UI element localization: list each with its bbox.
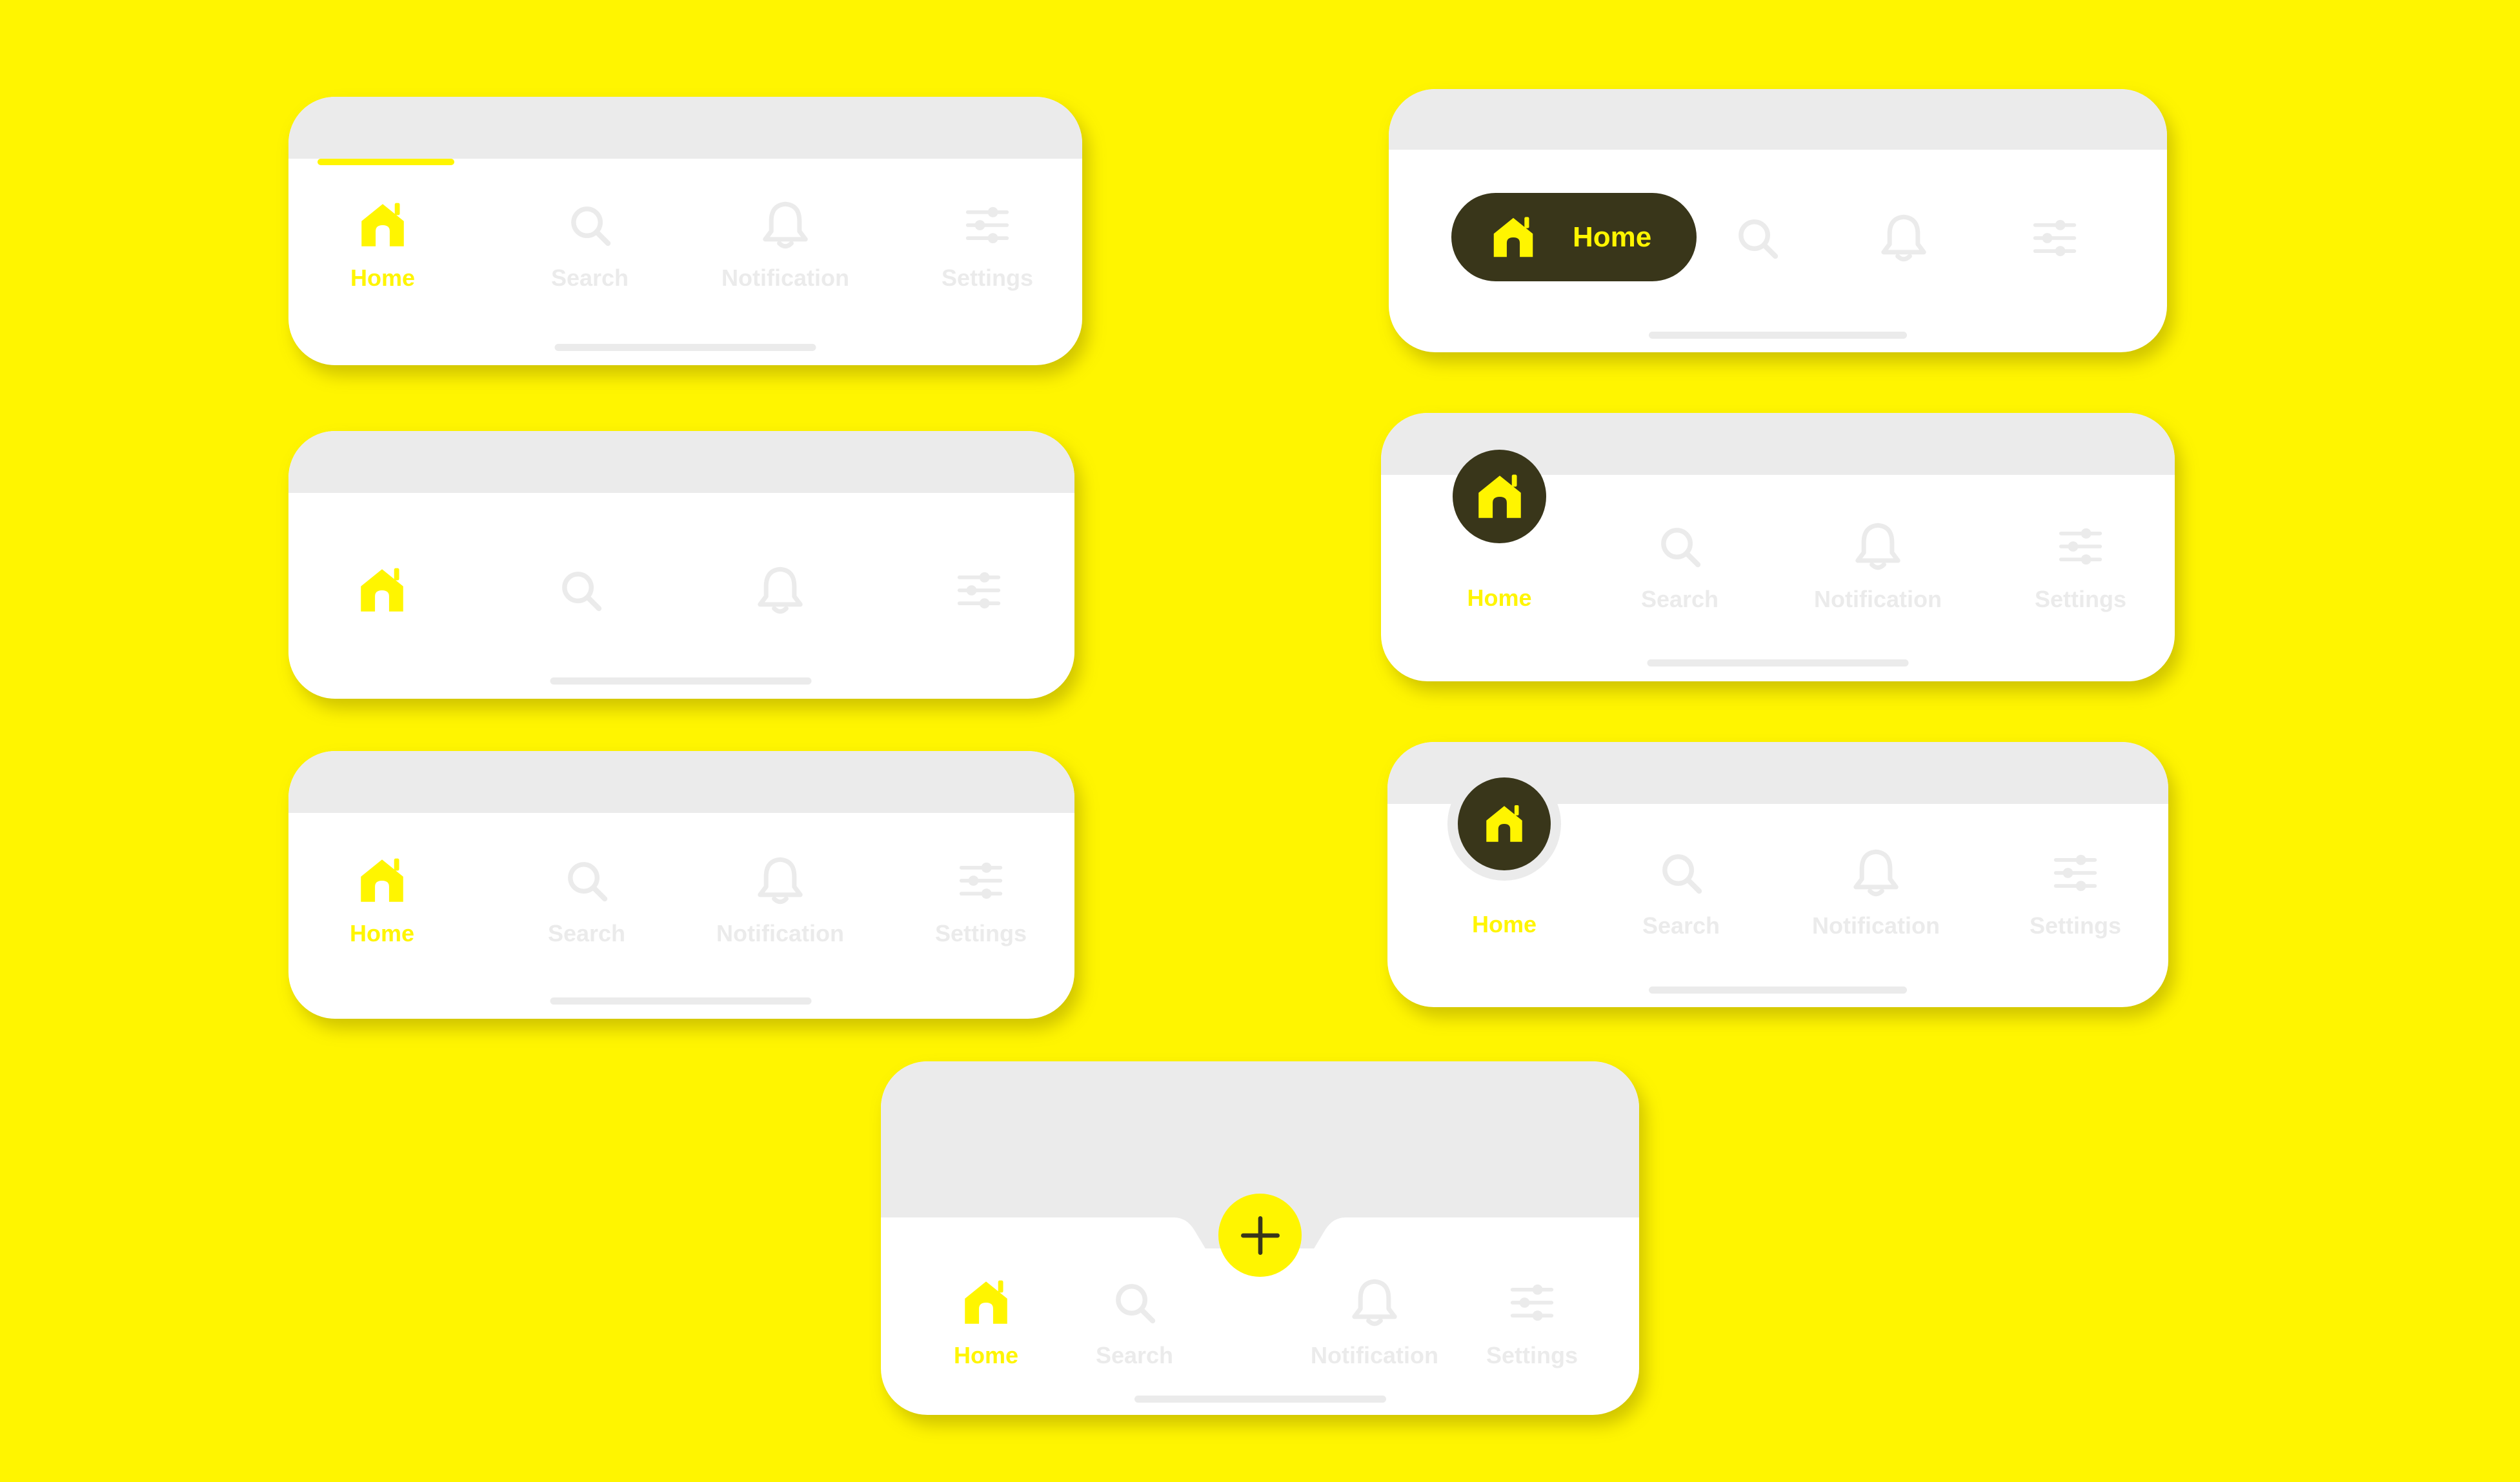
search-icon — [1111, 1277, 1158, 1328]
bell-icon — [1853, 521, 1903, 572]
tab-bar-pill: Home — [1389, 89, 2167, 352]
tab-label: Home — [1467, 585, 1532, 611]
tab-label: Search — [1640, 586, 1719, 612]
home-icon — [1483, 803, 1526, 845]
home-indicator — [1134, 1396, 1386, 1403]
tab-notification[interactable]: Notification — [701, 200, 869, 292]
content-area-placeholder — [288, 97, 1082, 159]
sliders-icon — [2057, 521, 2104, 572]
search-icon — [1657, 848, 1705, 898]
tab-settings[interactable]: Settings — [1991, 848, 2159, 939]
sliders-icon — [1509, 1277, 1555, 1328]
tab-label: Settings — [934, 920, 1027, 946]
tab-label: Notification — [721, 265, 849, 291]
content-area-placeholder — [1389, 89, 2167, 150]
home-indicator — [1649, 986, 1907, 994]
active-pill-home[interactable]: Home — [1451, 193, 1697, 281]
search-icon — [557, 565, 605, 616]
add-fab-button[interactable] — [1218, 1194, 1302, 1277]
tab-label: Settings — [2029, 912, 2121, 939]
tab-label: Search — [1642, 912, 1720, 939]
home-icon — [357, 565, 407, 616]
sliders-icon — [2052, 848, 2099, 898]
tab-search[interactable]: Search — [1597, 848, 1765, 939]
tab-search[interactable] — [1673, 213, 1841, 263]
tab-bar-underline-labeled: Home Search Notification Settings — [288, 97, 1082, 365]
home-indicator — [554, 344, 816, 351]
tab-label: Settings — [1486, 1342, 1578, 1368]
search-icon — [563, 856, 610, 906]
tab-settings[interactable]: Settings — [903, 200, 1071, 292]
bell-icon — [755, 565, 805, 616]
bell-icon — [755, 856, 805, 906]
tab-search[interactable]: Search — [503, 856, 670, 947]
home-icon — [358, 200, 408, 250]
tab-home[interactable]: Home — [299, 200, 467, 292]
home-icon — [1490, 214, 1537, 261]
tab-home[interactable]: Home — [298, 856, 466, 947]
search-icon — [1733, 213, 1781, 263]
tab-label: Home — [350, 265, 416, 291]
tab-notification[interactable] — [696, 565, 864, 616]
tab-notification[interactable]: Notification — [696, 856, 864, 947]
tab-notification[interactable]: Notification — [1291, 1277, 1458, 1369]
tab-label: Notification — [716, 920, 844, 946]
active-circle-home[interactable] — [1453, 450, 1546, 543]
sliders-icon — [956, 565, 1002, 616]
tab-label: Home — [1471, 911, 1537, 937]
tab-bar-floating-circle: Home Search Notification Settings — [1381, 413, 2175, 681]
tab-home[interactable]: Home — [902, 1277, 1070, 1369]
home-icon — [1475, 472, 1525, 522]
tab-bar-floating-circle-ring: Home Search Notification Settings — [1387, 742, 2168, 1007]
pill-label: Home — [1573, 221, 1652, 253]
home-indicator — [550, 997, 812, 1005]
tab-notification[interactable]: Notification — [1792, 848, 1960, 939]
sliders-icon — [964, 200, 1011, 250]
tab-notification[interactable] — [1820, 213, 1988, 263]
active-circle-home[interactable] — [1458, 777, 1551, 870]
tab-settings[interactable] — [895, 565, 1063, 616]
tab-label: Home — [953, 1342, 1019, 1368]
search-icon — [566, 200, 614, 250]
active-tab-underline — [318, 159, 454, 165]
home-icon — [961, 1277, 1011, 1328]
tab-label: Notification — [1812, 912, 1940, 939]
bell-icon — [760, 200, 811, 250]
tab-label: Home — [349, 920, 415, 946]
tab-search[interactable]: Search — [1596, 521, 1764, 613]
tab-home[interactable] — [298, 565, 466, 616]
tab-search[interactable]: Search — [506, 200, 674, 292]
bell-icon — [1349, 1277, 1400, 1328]
sliders-icon — [958, 856, 1004, 906]
home-indicator — [1647, 659, 1909, 666]
tab-notification[interactable]: Notification — [1794, 521, 1962, 613]
home-icon — [357, 856, 407, 906]
tab-label: Search — [550, 265, 629, 291]
tab-settings[interactable]: Settings — [897, 856, 1065, 947]
tab-settings[interactable]: Settings — [1997, 521, 2164, 613]
tab-settings[interactable]: Settings — [1448, 1277, 1616, 1369]
home-indicator — [1649, 332, 1907, 339]
tab-bar-icons-labeled: Home Search Notification Settings — [288, 751, 1074, 1019]
tab-label: Settings — [2034, 586, 2126, 612]
tab-label: Notification — [1311, 1342, 1438, 1368]
tab-settings[interactable] — [1971, 213, 2139, 263]
content-area-placeholder — [288, 431, 1074, 493]
content-area-placeholder — [288, 751, 1074, 813]
plus-icon — [1236, 1212, 1284, 1259]
home-indicator — [550, 677, 812, 685]
tab-bar-icons-only — [288, 431, 1074, 699]
tab-label: Notification — [1814, 586, 1942, 612]
tab-bar-notched-fab: Home Search Notification Settings — [881, 1061, 1639, 1415]
tab-search[interactable] — [497, 565, 665, 616]
bell-icon — [1879, 213, 1929, 263]
sliders-icon — [2031, 213, 2078, 263]
tab-label: Search — [547, 920, 626, 946]
tab-label: Search — [1095, 1342, 1174, 1368]
search-icon — [1656, 521, 1704, 572]
tab-search[interactable]: Search — [1051, 1277, 1218, 1369]
bell-icon — [1851, 848, 1901, 898]
tab-label: Settings — [941, 265, 1033, 291]
